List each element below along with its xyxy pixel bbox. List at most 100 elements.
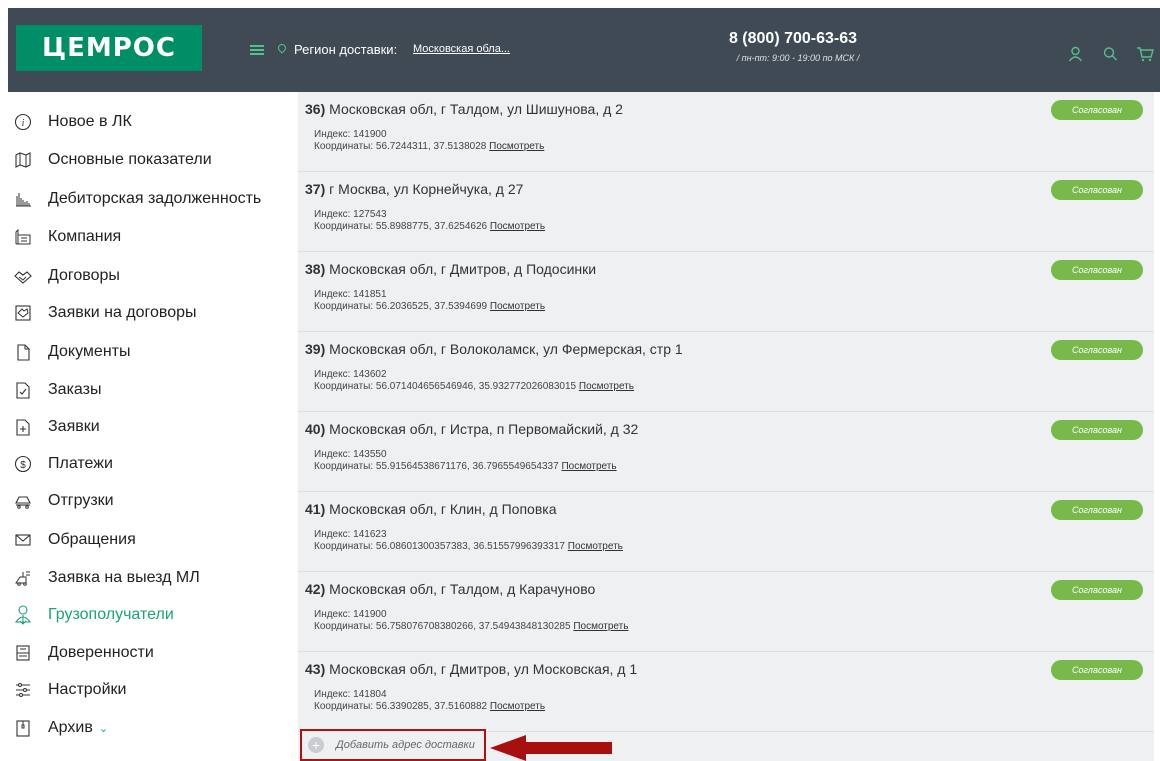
documents-icon	[12, 341, 34, 363]
working-hours: / пн-пт: 9:00 - 19:00 по МСК /	[736, 53, 860, 63]
address-index: Индекс: 127543	[314, 209, 387, 220]
sidebar-item-label: Доверенности	[48, 644, 154, 661]
archive-icon	[12, 717, 34, 739]
address-number: 40)	[305, 421, 326, 437]
address-index: Индекс: 141623	[314, 529, 387, 540]
view-on-map-link[interactable]: Посмотреть	[561, 461, 616, 472]
sidebar-item-label: Заявки	[48, 418, 100, 435]
address-coords: Координаты: 56.2036525, 37.5394699	[314, 301, 488, 312]
sidebar-item-label: Документы	[48, 343, 131, 360]
bar-chart-icon	[12, 188, 34, 210]
sidebar-item-label: Договоры	[48, 267, 120, 284]
envelope-icon	[12, 529, 34, 551]
sidebar-item-news[interactable]: i Новое в ЛК	[12, 110, 132, 134]
view-on-map-link[interactable]: Посмотреть	[490, 701, 545, 712]
sidebar-item-label: Основные показатели	[48, 151, 212, 168]
map-icon	[12, 149, 34, 171]
info-icon: i	[12, 111, 34, 133]
consignee-user-icon	[12, 604, 34, 626]
address-text: Московская обл, г Истра, п Первомайский,…	[329, 421, 639, 437]
pointer-arrow-icon	[490, 735, 612, 761]
sidebar-item-label: Дебиторская задолженность	[48, 190, 262, 207]
sidebar-item-contract-requests[interactable]: Заявки на договоры	[12, 301, 197, 325]
sidebar-item-shipments[interactable]: Отгрузки	[12, 489, 114, 513]
cart-icon[interactable]	[1136, 46, 1154, 62]
plus-circle-icon: +	[308, 737, 324, 753]
view-on-map-link[interactable]: Посмотреть	[490, 301, 545, 312]
sidebar-item-receivables[interactable]: Дебиторская задолженность	[12, 187, 261, 211]
sidebar-item-contracts[interactable]: Договоры	[12, 264, 120, 288]
address-coords: Координаты: 56.3390285, 37.5160882	[314, 701, 488, 712]
status-badge: Согласован	[1051, 340, 1143, 360]
sidebar-item-powers-of-attorney[interactable]: Доверенности	[12, 641, 154, 665]
view-on-map-link[interactable]: Посмотреть	[568, 541, 623, 552]
factory-icon	[12, 226, 34, 248]
svg-text:$: $	[20, 460, 26, 471]
address-number: 42)	[305, 581, 326, 597]
sidebar-item-requests[interactable]: Заявки	[12, 415, 100, 439]
phone-number[interactable]: 8 (800) 700-63-63	[713, 30, 873, 48]
status-badge: Согласован	[1051, 660, 1143, 680]
sidebar-item-label: Новое в ЛК	[48, 113, 132, 130]
address-number: 38)	[305, 261, 326, 277]
sidebar-item-settings[interactable]: Настройки	[12, 678, 126, 702]
address-number: 41)	[305, 501, 326, 517]
location-pin-icon	[276, 42, 288, 54]
sidebar-item-label: Архив	[48, 719, 93, 736]
sidebar-item-label: Отгрузки	[48, 492, 114, 509]
chevron-down-icon[interactable]: ⌄	[99, 722, 108, 735]
list-item: 38) Московская обл, г Дмитров, д Подосин…	[298, 252, 1154, 332]
sidebar-item-archive[interactable]: Архив ⌄	[12, 716, 108, 740]
view-on-map-link[interactable]: Посмотреть	[579, 381, 634, 392]
user-icon[interactable]	[1068, 46, 1083, 62]
sidebar-item-label: Заявки на договоры	[48, 304, 197, 321]
address-number: 37)	[305, 181, 326, 197]
status-badge: Согласован	[1051, 580, 1143, 600]
lab-visit-icon	[12, 567, 34, 589]
sidebar-item-label: Настройки	[48, 681, 127, 698]
cement-mixer-icon	[12, 490, 34, 512]
consignee-address-list: 36) Московская обл, г Талдом, ул Шишунов…	[298, 92, 1154, 761]
search-icon[interactable]	[1103, 46, 1118, 62]
address-index: Индекс: 141900	[314, 609, 387, 620]
sidebar-item-main-indicators[interactable]: Основные показатели	[12, 148, 212, 172]
region-selector[interactable]: Московская обла...	[413, 43, 510, 55]
sidebar-item-orders[interactable]: Заказы	[12, 378, 101, 402]
svg-text:i: i	[22, 118, 25, 129]
add-delivery-address-button[interactable]: + Добавить адрес доставки	[300, 729, 486, 761]
address-coords: Координаты: 55.91564538671176, 36.796554…	[314, 461, 559, 472]
list-item: 43) Московская обл, г Дмитров, ул Москов…	[298, 652, 1154, 732]
list-item: 37) г Москва, ул Корнейчука, д 27 Индекс…	[298, 172, 1154, 252]
sidebar-item-consignees[interactable]: Грузополучатели	[12, 603, 174, 627]
view-on-map-link[interactable]: Посмотреть	[490, 221, 545, 232]
address-index: Индекс: 141851	[314, 289, 387, 300]
address-index: Индекс: 141804	[314, 689, 387, 700]
status-badge: Согласован	[1051, 420, 1143, 440]
list-item: 41) Московская обл, г Клин, д Поповка Ин…	[298, 492, 1154, 572]
sidebar-item-payments[interactable]: $ Платежи	[12, 452, 113, 476]
view-on-map-link[interactable]: Посмотреть	[489, 141, 544, 152]
status-badge: Согласован	[1051, 260, 1143, 280]
menu-icon[interactable]	[250, 45, 264, 55]
address-index: Индекс: 143602	[314, 369, 387, 380]
sidebar-item-lab-visit[interactable]: Заявка на выезд МЛ	[12, 566, 200, 590]
sidebar-item-appeals[interactable]: Обращения	[12, 528, 136, 552]
address-index: Индекс: 141900	[314, 129, 387, 140]
list-item: 36) Московская обл, г Талдом, ул Шишунов…	[298, 92, 1154, 172]
address-text: Московская обл, г Талдом, д Карачуново	[329, 581, 596, 597]
sidebar-item-label: Заявка на выезд МЛ	[48, 569, 200, 586]
order-check-icon	[12, 379, 34, 401]
logo[interactable]: ЦЕМРОС	[16, 25, 202, 71]
address-coords: Координаты: 56.7244311, 37.5138028	[314, 141, 487, 152]
address-coords: Координаты: 56.08601300357383, 36.515579…	[314, 541, 565, 552]
address-coords: Координаты: 56.758076708380266, 37.54943…	[314, 621, 571, 632]
sidebar-item-company[interactable]: Компания	[12, 225, 121, 249]
address-text: Московская обл, г Дмитров, д Подосинки	[329, 261, 597, 277]
view-on-map-link[interactable]: Посмотреть	[573, 621, 628, 632]
site-header: ЦЕМРОС Регион доставки: Московская обла.…	[8, 8, 1160, 92]
sidebar-item-documents[interactable]: Документы	[12, 340, 130, 364]
request-plus-icon	[12, 416, 34, 438]
address-coords: Координаты: 55.8988775, 37.6254626	[314, 221, 488, 232]
address-number: 36)	[305, 101, 326, 117]
list-item: 40) Московская обл, г Истра, п Первомайс…	[298, 412, 1154, 492]
